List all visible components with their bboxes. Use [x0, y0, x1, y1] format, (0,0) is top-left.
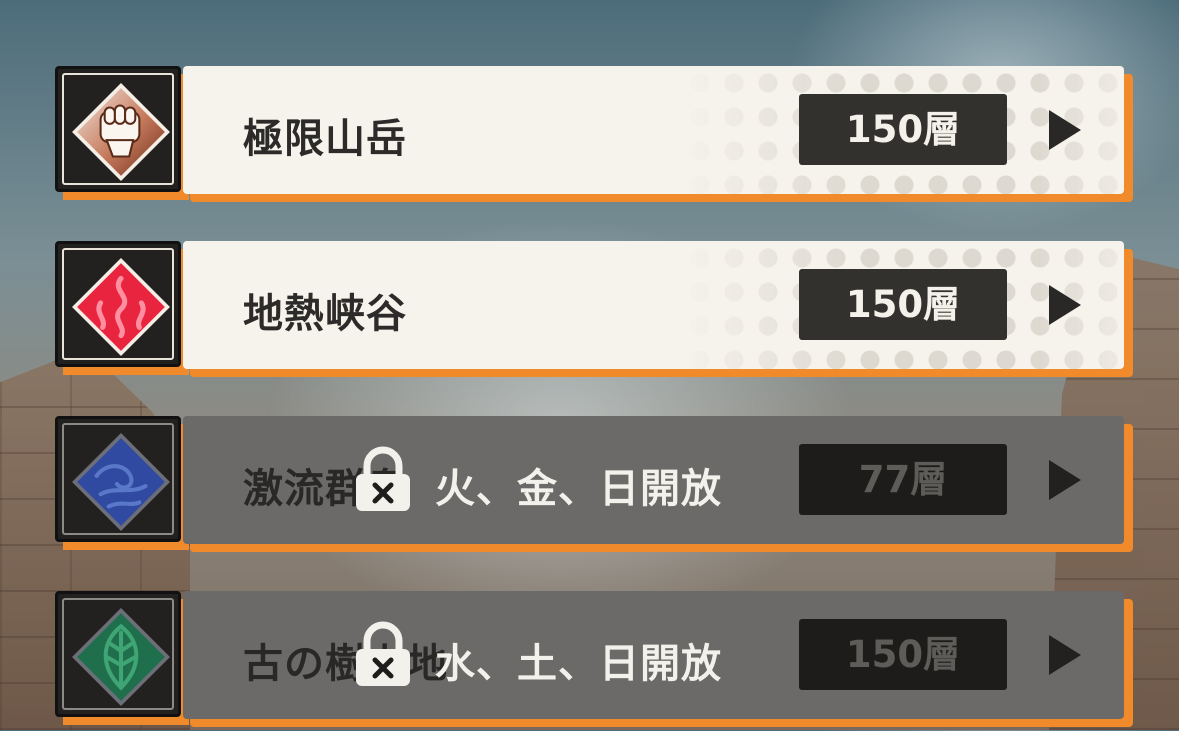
play-arrow-icon[interactable] — [1049, 460, 1081, 500]
wave-icon — [72, 433, 170, 531]
stage-row-canyon[interactable]: 地熱峡谷 150層 — [55, 241, 1135, 381]
flame-icon — [72, 258, 170, 356]
open-days-label: 火、金、日開放 — [435, 466, 722, 512]
floor-count-badge: 150層 — [799, 619, 1007, 690]
stage-icon-frame — [55, 66, 181, 192]
leaf-icon — [72, 608, 170, 706]
stage-icon-frame — [55, 241, 181, 367]
stage-name: 古の樹上地 — [243, 641, 448, 687]
lock-icon — [356, 446, 410, 511]
stage-bar[interactable]: 激流群島 火、金、日開放 77層 — [183, 416, 1124, 544]
stage-icon-frame — [55, 591, 181, 717]
stage-row-mountain[interactable]: 極限山岳 150層 — [55, 66, 1135, 206]
play-arrow-icon[interactable] — [1049, 635, 1081, 675]
stage-name: 極限山岳 — [243, 116, 407, 162]
fist-icon — [72, 83, 170, 181]
floor-count-badge: 77層 — [799, 444, 1007, 515]
stage-row-rapids[interactable]: 激流群島 火、金、日開放 77層 — [55, 416, 1135, 556]
stage-bar[interactable]: 地熱峡谷 150層 — [183, 241, 1124, 369]
stage-name: 地熱峡谷 — [243, 291, 407, 337]
play-arrow-icon[interactable] — [1049, 285, 1081, 325]
stage-row-ancient-treetop[interactable]: 古の樹上地 水、土、日開放 150層 — [55, 591, 1135, 731]
play-arrow-icon[interactable] — [1049, 110, 1081, 150]
stage-bar[interactable]: 極限山岳 150層 — [183, 66, 1124, 194]
lock-icon — [356, 621, 410, 686]
floor-count-badge: 150層 — [799, 269, 1007, 340]
stage-bar[interactable]: 古の樹上地 水、土、日開放 150層 — [183, 591, 1124, 719]
open-days-label: 水、土、日開放 — [435, 641, 722, 687]
stage-icon-frame — [55, 416, 181, 542]
floor-count-badge: 150層 — [799, 94, 1007, 165]
